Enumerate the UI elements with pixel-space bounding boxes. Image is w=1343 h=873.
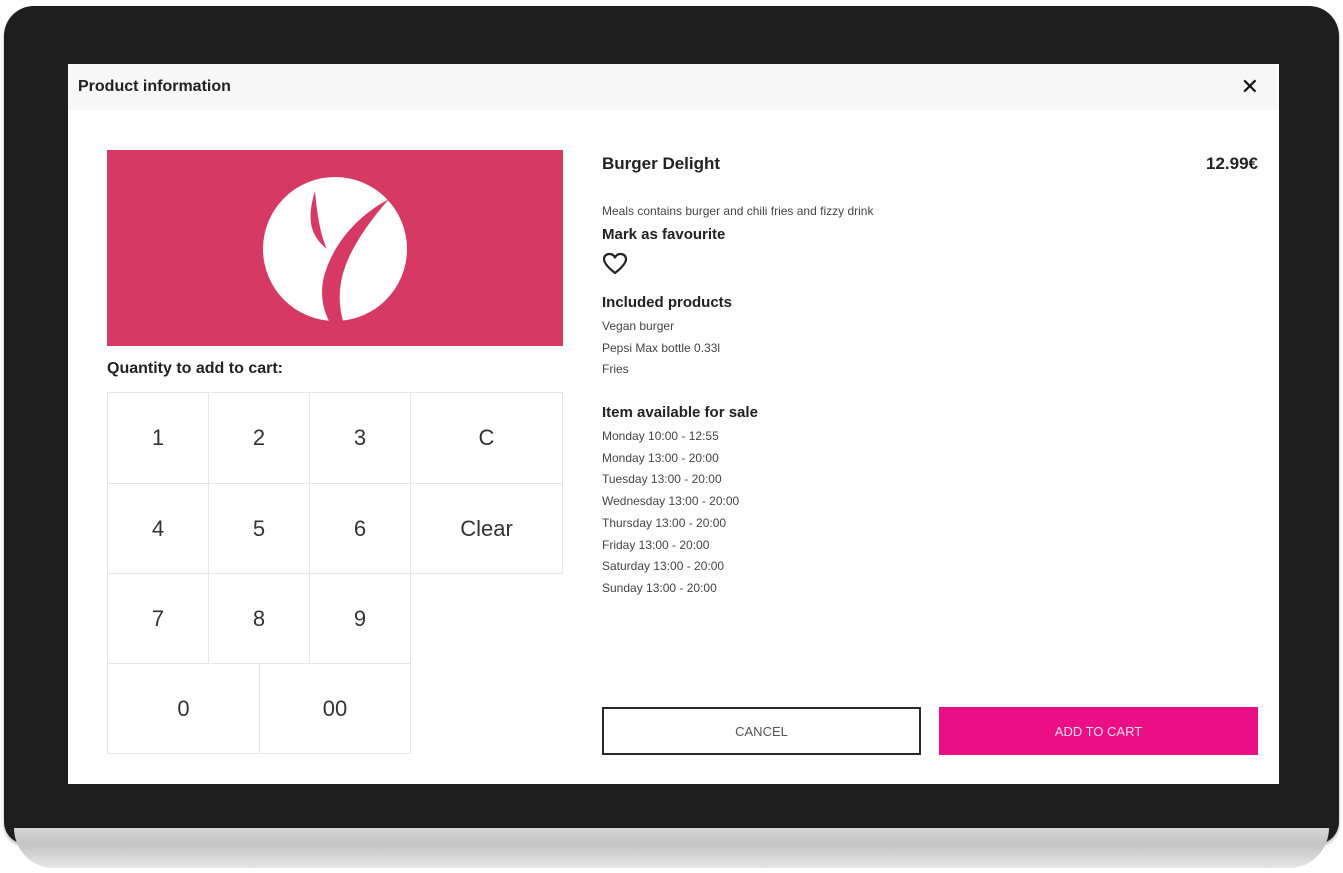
keypad-key-c[interactable]: C [410,392,563,484]
cancel-button[interactable]: CANCEL [602,707,921,755]
keypad-key-2[interactable]: 2 [208,392,310,484]
included-products-title: Included products [602,294,733,311]
availability-item: Monday 13:00 - 20:00 [602,450,719,465]
keypad-key-0[interactable]: 0 [107,663,260,754]
included-products-list: Vegan burger Pepsi Max bottle 0.33l Frie… [602,316,720,381]
product-dialog: Product information ✕ Quantity to add to… [68,64,1279,784]
availability-title: Item available for sale [602,404,758,421]
heart-icon[interactable] [602,252,628,276]
keypad-key-6[interactable]: 6 [309,483,411,574]
dialog-title: Product information [78,78,231,95]
dialog-header: Product information ✕ [68,64,1279,110]
keypad-key-1[interactable]: 1 [107,392,209,484]
availability-item: Thursday 13:00 - 20:00 [602,515,727,530]
availability-item: Friday 13:00 - 20:00 [602,537,710,552]
product-name: Burger Delight [602,154,721,173]
quantity-keypad: 1 2 3 C 4 5 6 Clear 7 8 9 0 00 [107,392,579,754]
favourite-label: Mark as favourite [602,226,726,243]
included-product-item: Pepsi Max bottle 0.33l [602,340,721,355]
keypad-key-5[interactable]: 5 [208,483,310,574]
availability-item: Tuesday 13:00 - 20:00 [602,472,722,487]
keypad-key-clear[interactable]: Clear [410,483,563,574]
keypad-key-7[interactable]: 7 [107,573,209,664]
product-description: Meals contains burger and chili fries an… [602,204,874,218]
availability-item: Sunday 13:00 - 20:00 [602,580,717,595]
product-price: 12.99€ [1206,154,1258,173]
keypad-key-9[interactable]: 9 [309,573,411,664]
availability-list: Monday 10:00 - 12:55 Monday 13:00 - 20:0… [602,426,739,600]
leaf-logo-icon [263,177,407,321]
included-product-item: Vegan burger [602,319,675,333]
quantity-label: Quantity to add to cart: [107,360,283,377]
included-product-item: Fries [602,362,629,377]
product-image [107,150,563,346]
availability-item: Monday 10:00 - 12:55 [602,429,719,443]
keypad-key-00[interactable]: 00 [259,663,411,754]
availability-item: Saturday 13:00 - 20:00 [602,559,725,574]
availability-item: Wednesday 13:00 - 20:00 [602,494,740,509]
close-icon[interactable]: ✕ [1241,74,1259,100]
tablet-stand [14,828,1329,868]
keypad-key-3[interactable]: 3 [309,392,411,484]
add-to-cart-button[interactable]: ADD TO CART [939,707,1258,755]
keypad-key-4[interactable]: 4 [107,483,209,574]
keypad-key-8[interactable]: 8 [208,573,310,664]
